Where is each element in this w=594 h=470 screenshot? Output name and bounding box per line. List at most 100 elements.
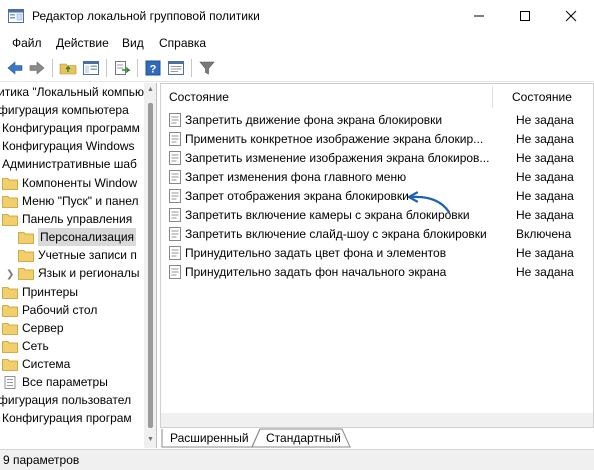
list-horizontal-scrollbar[interactable] xyxy=(161,413,593,427)
tree-item-printers[interactable]: Принтеры xyxy=(2,283,78,301)
tree-item-regional-language[interactable]: Язык и регионалы xyxy=(18,264,139,282)
tree-item-label: Принтеры xyxy=(22,285,78,299)
tab-standard[interactable]: Стандартный xyxy=(266,428,341,447)
tree-item-windows-settings[interactable]: Конфигурация Windows xyxy=(2,137,135,155)
tree-item-user-accounts[interactable]: Учетные записи п xyxy=(18,246,137,264)
policy-name: Запретить движение фона экрана блокировк… xyxy=(185,113,443,127)
tree-item-label: Система xyxy=(22,357,71,371)
tree-item-label: Меню "Пуск" и панел xyxy=(22,194,139,208)
policy-list-pane[interactable]: Состояние Состояние Запретить движение ф… xyxy=(160,83,594,428)
column-divider[interactable] xyxy=(492,86,493,108)
policy-setting-icon xyxy=(169,151,181,165)
folder-icon xyxy=(2,322,18,335)
group-policy-app-icon xyxy=(8,9,24,23)
export-list-button[interactable] xyxy=(112,58,132,78)
column-header-name[interactable]: Состояние xyxy=(169,84,229,110)
table-row[interactable]: Применить конкретное изображение экрана … xyxy=(161,130,593,149)
policy-name: Запретить включение слайд-шоу с экрана б… xyxy=(185,227,487,241)
table-row[interactable]: Запретить включение слайд-шоу с экрана б… xyxy=(161,225,593,244)
tree-item-local-computer-policy[interactable]: итика "Локальный компью xyxy=(0,83,144,101)
tree-item-label: Конфигурация програм xyxy=(2,411,132,425)
tree-item-software-settings[interactable]: Конфигурация программ xyxy=(2,119,140,137)
window-title: Редактор локальной групповой политики xyxy=(32,9,260,23)
menu-view[interactable]: Вид xyxy=(122,36,144,50)
back-button[interactable] xyxy=(5,58,25,78)
scroll-up-arrow-icon[interactable]: ▲ xyxy=(147,86,154,93)
tree-item-label: Персонализация xyxy=(38,228,137,246)
policy-setting-icon xyxy=(169,189,181,203)
folder-icon xyxy=(18,267,34,280)
tree-item-start-menu-taskbar[interactable]: Меню "Пуск" и панел xyxy=(2,192,138,210)
maximize-button[interactable] xyxy=(502,0,548,32)
tree-item-administrative-templates[interactable]: Административные шаб xyxy=(2,155,137,173)
folder-open-icon xyxy=(2,213,18,226)
toolbar-separator xyxy=(52,59,53,77)
tree-item-personalization[interactable]: Персонализация xyxy=(18,228,137,246)
policy-setting-icon xyxy=(169,208,181,222)
forward-button[interactable] xyxy=(27,58,47,78)
tree-item-all-settings[interactable]: Все параметры xyxy=(2,373,108,391)
table-row[interactable]: Запретить включение камеры с экрана блок… xyxy=(161,206,593,225)
toolbar-separator xyxy=(191,59,192,77)
folder-icon xyxy=(2,304,18,317)
export-list-icon xyxy=(115,61,131,75)
help-button[interactable]: ? xyxy=(143,58,163,78)
tree-item-user-software-settings[interactable]: Конфигурация програм xyxy=(2,409,132,427)
status-text: 9 параметров xyxy=(3,453,80,467)
tree-vertical-scrollbar[interactable]: ▲ ▼ xyxy=(144,83,156,448)
table-row[interactable]: Запрет отображения экрана блокировки Не з… xyxy=(161,187,593,206)
tab-extended[interactable]: Расширенный xyxy=(170,428,249,447)
minimize-button[interactable] xyxy=(456,0,502,32)
table-row[interactable]: Принудительно задать цвет фона и элемент… xyxy=(161,244,593,263)
tree-item-label: Панель управления xyxy=(22,212,133,226)
scrollbar-thumb[interactable] xyxy=(148,103,153,428)
folder-icon xyxy=(18,249,34,262)
tree-item-system[interactable]: Система xyxy=(2,355,70,373)
tree-item-windows-components[interactable]: Компоненты Window xyxy=(2,174,137,192)
menu-file[interactable]: Файл xyxy=(12,36,42,50)
table-row[interactable]: Запрет изменения фона главного меню Не за… xyxy=(161,168,593,187)
tree-item-network[interactable]: Сеть xyxy=(2,337,49,355)
toolbar-separator xyxy=(106,59,107,77)
policy-setting-icon xyxy=(169,170,181,184)
policy-state: Включена xyxy=(516,227,572,241)
column-header-state[interactable]: Состояние xyxy=(512,84,572,110)
policy-state: Не задана xyxy=(516,189,574,203)
folder-icon xyxy=(2,177,18,190)
tree-item-control-panel[interactable]: Панель управления xyxy=(2,210,132,228)
policy-name: Применить конкретное изображение экрана … xyxy=(185,132,484,146)
properties-button[interactable] xyxy=(166,58,186,78)
close-button[interactable] xyxy=(548,0,594,32)
table-row[interactable]: Принудительно задать фон начального экра… xyxy=(161,263,593,282)
tree-item-label: Конфигурация Windows xyxy=(2,139,135,153)
scroll-down-arrow-icon[interactable]: ▼ xyxy=(147,436,154,443)
maximize-icon xyxy=(520,11,530,21)
folder-icon xyxy=(2,340,18,353)
tree-item-label: Сеть xyxy=(22,339,49,353)
tree-item-label: Рабочий стол xyxy=(22,303,98,317)
table-row[interactable]: Запретить изменение изображения экрана б… xyxy=(161,149,593,168)
menu-help[interactable]: Справка xyxy=(159,36,206,50)
tree-item-user-configuration[interactable]: фигурация пользовател xyxy=(0,391,131,409)
help-icon: ? xyxy=(145,60,161,76)
tree-item-label: Все параметры xyxy=(22,375,108,389)
tree-item-label: фигурация компьютера xyxy=(0,103,129,117)
menu-action[interactable]: Действие xyxy=(56,36,109,50)
tree-item-label: итика "Локальный компью xyxy=(0,85,145,99)
tree-item-label: фигурация пользовател xyxy=(0,393,132,407)
folder-icon xyxy=(2,286,18,299)
folder-icon xyxy=(2,195,18,208)
filter-button[interactable] xyxy=(197,58,217,78)
chevron-right-icon[interactable]: ❯ xyxy=(6,269,14,280)
policy-state: Не задана xyxy=(516,151,574,165)
tree-item-desktop[interactable]: Рабочий стол xyxy=(2,301,97,319)
policy-setting-icon xyxy=(169,246,181,260)
tree-pane[interactable]: итика "Локальный компью фигурация компью… xyxy=(0,83,157,448)
table-row[interactable]: Запретить движение фона экрана блокировк… xyxy=(161,111,593,130)
up-level-button[interactable] xyxy=(58,58,78,78)
tree-item-server[interactable]: Сервер xyxy=(2,319,64,337)
policy-state: Не задана xyxy=(516,113,574,127)
svg-text:?: ? xyxy=(150,64,157,76)
show-hide-tree-button[interactable] xyxy=(81,58,101,78)
tree-item-computer-configuration[interactable]: фигурация компьютера xyxy=(0,101,129,119)
